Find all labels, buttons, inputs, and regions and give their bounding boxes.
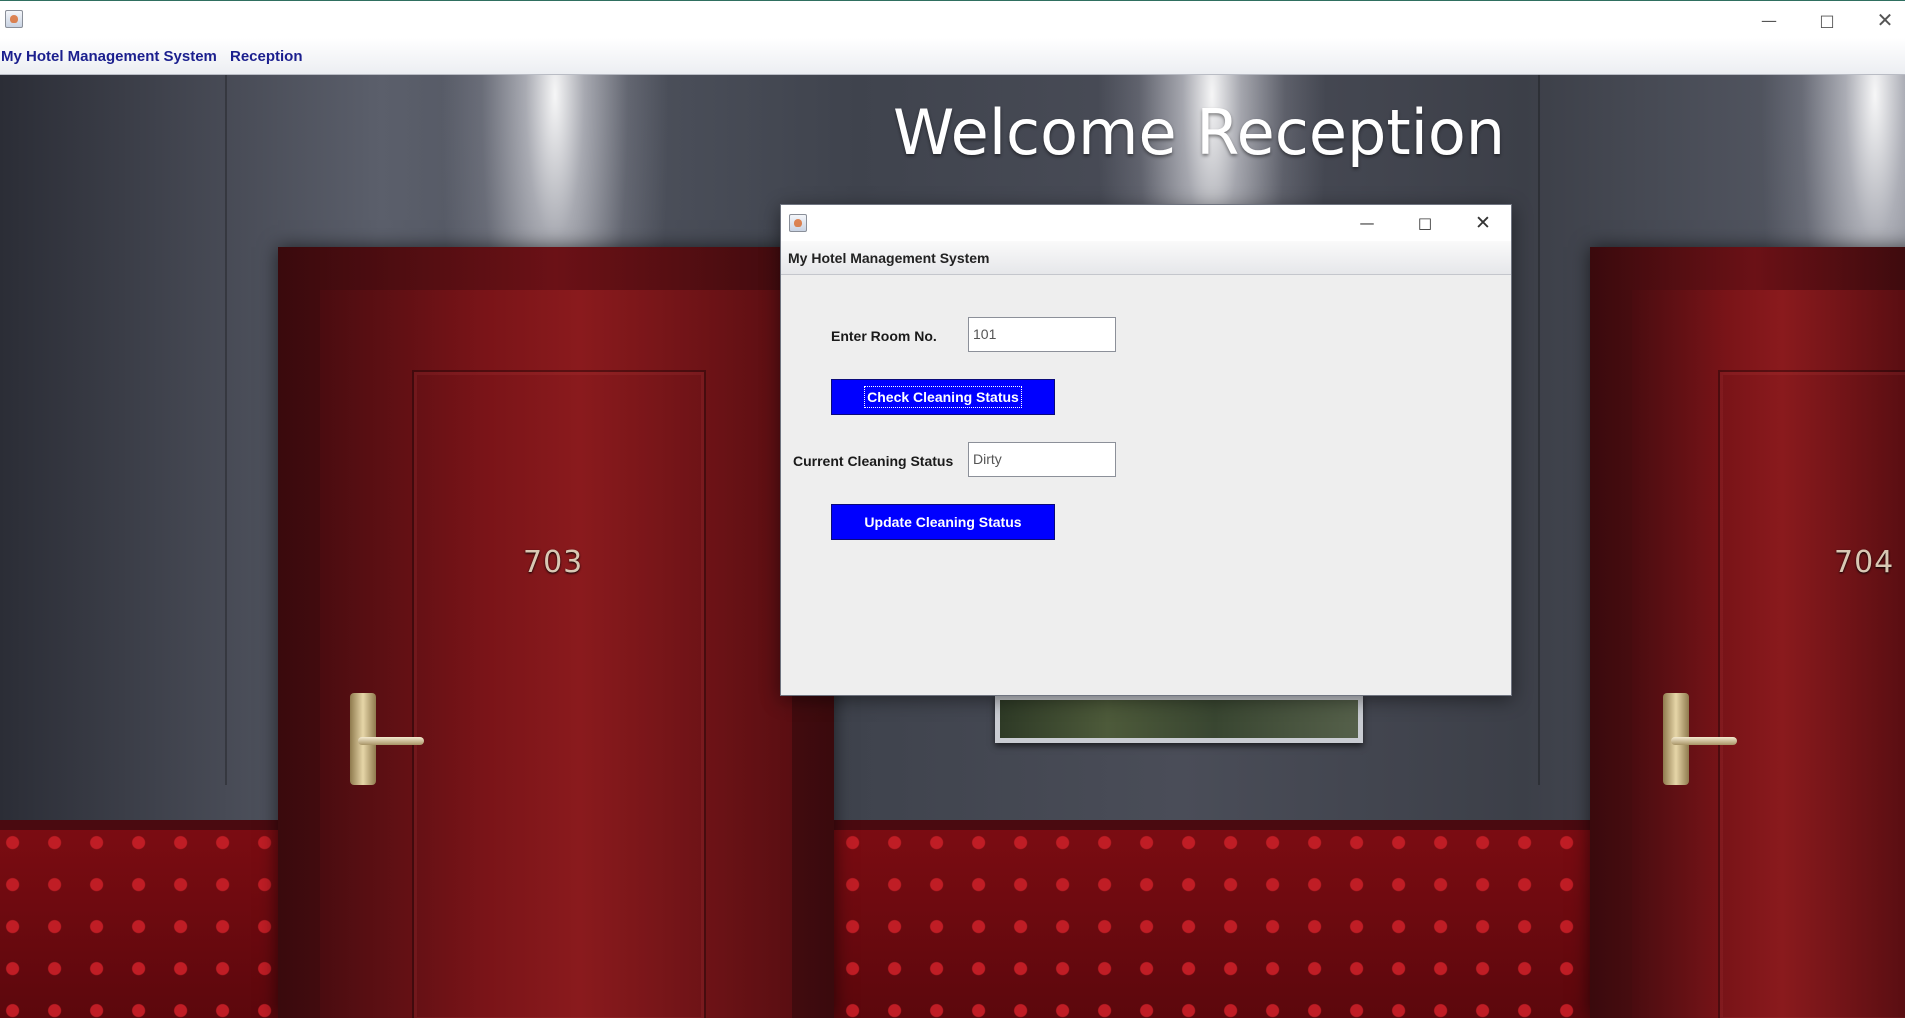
main-title-bar: — □ ✕ xyxy=(0,0,1905,39)
close-icon[interactable]: ✕ xyxy=(1856,1,1905,39)
cleaning-status-dialog: — □ ✕ My Hotel Management System Enter R… xyxy=(780,204,1512,696)
check-cleaning-status-button[interactable]: Check Cleaning Status xyxy=(831,379,1055,415)
update-cleaning-status-label: Update Cleaning Status xyxy=(864,514,1022,530)
door-number-704: 704 xyxy=(1834,545,1895,580)
dialog-menu-bar: My Hotel Management System xyxy=(781,241,1511,275)
update-cleaning-status-button[interactable]: Update Cleaning Status xyxy=(831,504,1055,540)
java-app-icon xyxy=(789,214,807,232)
current-cleaning-status-label: Current Cleaning Status xyxy=(793,453,954,469)
java-app-icon xyxy=(5,10,23,28)
menu-reception[interactable]: Reception xyxy=(230,48,303,65)
check-cleaning-status-label: Check Cleaning Status xyxy=(864,386,1022,408)
welcome-heading: Welcome Reception xyxy=(893,96,1506,169)
minimize-icon[interactable]: — xyxy=(1740,1,1798,39)
maximize-icon[interactable]: □ xyxy=(1798,1,1856,39)
dialog-close-icon[interactable]: ✕ xyxy=(1454,205,1512,241)
door-number-703: 703 xyxy=(523,545,584,580)
main-menu-bar: My Hotel Management System Reception xyxy=(0,38,1905,75)
room-number-label: Enter Room No. xyxy=(831,328,937,344)
dialog-menu-hotel-management-system[interactable]: My Hotel Management System xyxy=(788,250,990,266)
cleaning-status-field[interactable]: Dirty xyxy=(968,442,1116,477)
dialog-title-bar: — □ ✕ xyxy=(781,205,1511,241)
menu-hotel-management-system[interactable]: My Hotel Management System xyxy=(1,48,217,65)
dialog-minimize-icon[interactable]: — xyxy=(1338,205,1396,241)
framed-painting xyxy=(995,695,1363,743)
room-number-input[interactable]: 101 xyxy=(968,317,1116,352)
dialog-maximize-icon[interactable]: □ xyxy=(1396,205,1454,241)
